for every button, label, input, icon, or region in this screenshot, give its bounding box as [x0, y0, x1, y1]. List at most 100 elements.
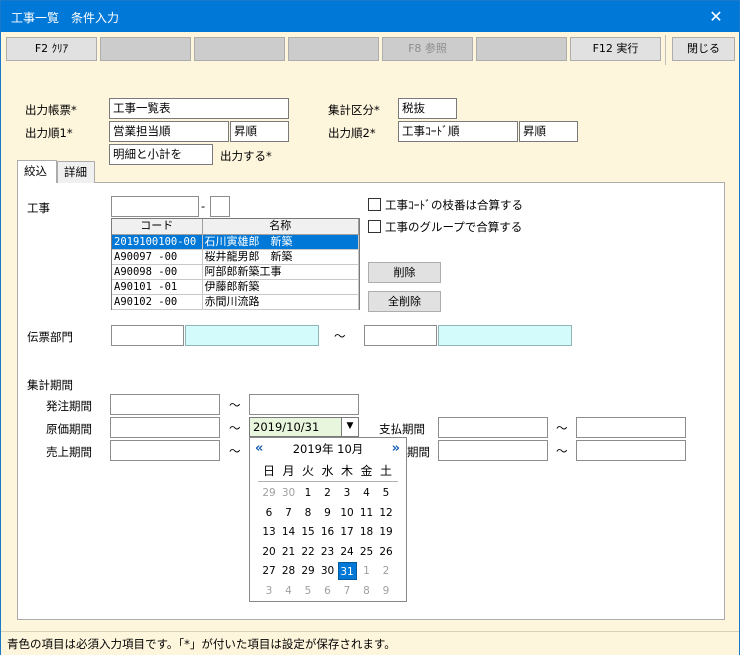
sales-period-from[interactable]	[110, 440, 220, 461]
calendar-day[interactable]: 29	[299, 562, 318, 580]
koji-grid[interactable]: コード 名称 2019100100-00 石川寅雄郎 新築 A90097 -00…	[111, 218, 360, 310]
order2-direction-field[interactable]: 昇順	[519, 121, 578, 142]
order2-field[interactable]: 工事ｺｰﾄﾞ順	[398, 121, 518, 142]
koji-label: 工事	[27, 201, 50, 215]
pay-period-to[interactable]	[576, 417, 686, 438]
calendar-day[interactable]: 24	[338, 543, 357, 561]
calendar-day[interactable]: 19	[377, 523, 396, 541]
calendar-day[interactable]: 9	[318, 504, 337, 522]
calendar-day[interactable]: 21	[279, 543, 298, 561]
f5-button[interactable]	[288, 37, 379, 61]
checkbox-icon[interactable]	[368, 220, 381, 233]
calendar-day[interactable]: 7	[279, 504, 298, 522]
calendar-day[interactable]: 4	[357, 484, 376, 502]
delete-all-button[interactable]: 全削除	[368, 291, 441, 312]
calendar-day[interactable]: 5	[377, 484, 396, 502]
calendar-day[interactable]: 6	[260, 504, 279, 522]
calendar-day[interactable]: 31	[337, 562, 357, 581]
delete-button[interactable]: 削除	[368, 262, 441, 283]
grid-header-name[interactable]: 名称	[202, 219, 359, 235]
f8-reference-button[interactable]: F8 参照	[382, 37, 473, 61]
calendar-day[interactable]: 25	[357, 543, 376, 561]
calendar-day[interactable]: 13	[260, 523, 279, 541]
tab-detail[interactable]: 詳細	[57, 161, 95, 183]
report-field[interactable]: 工事一覧表	[109, 98, 289, 119]
calendar-day[interactable]: 27	[260, 562, 279, 580]
pay-period-from[interactable]	[438, 417, 548, 438]
close-icon[interactable]: ✕	[693, 1, 739, 32]
dept-to-code[interactable]	[364, 325, 437, 346]
calendar-day[interactable]: 29	[260, 484, 279, 502]
next-month-icon[interactable]: »	[392, 440, 400, 458]
dept-from-code[interactable]	[111, 325, 184, 346]
order1-direction-field[interactable]: 昇順	[230, 121, 289, 142]
calendar-day[interactable]: 20	[260, 543, 279, 561]
calendar-day[interactable]: 9	[377, 582, 396, 600]
order-period-to[interactable]	[249, 394, 359, 415]
calendar-day[interactable]: 12	[377, 504, 396, 522]
calendar-day[interactable]: 18	[357, 523, 376, 541]
cost-period-from[interactable]	[110, 417, 220, 438]
table-row[interactable]: A90097 -00 桜井龍男郎 新築	[112, 249, 359, 265]
f12-execute-button[interactable]: F12 実行	[570, 37, 661, 61]
table-row[interactable]: A90102 -00 赤間川流路	[112, 294, 359, 310]
toolbar-divider	[665, 35, 666, 65]
chevron-down-icon[interactable]: ▼	[341, 418, 358, 436]
calendar-day[interactable]: 2	[318, 484, 337, 502]
calendar-day[interactable]: 28	[279, 562, 298, 580]
window: 工事一覧 条件入力 ✕ F2 ｸﾘｱ F8 参照 F12 実行 閉じる 出力帳票…	[0, 0, 740, 655]
f9-button[interactable]	[476, 37, 567, 61]
grid-cell-name: 桜井龍男郎 新築	[202, 249, 359, 265]
calendar-day[interactable]: 8	[357, 582, 376, 600]
f2-clear-button[interactable]: F2 ｸﾘｱ	[6, 37, 97, 61]
calendar-day[interactable]: 7	[338, 582, 357, 600]
table-row[interactable]: 2019100100-00 石川寅雄郎 新築	[112, 234, 359, 250]
dept-from-name[interactable]	[185, 325, 319, 346]
table-row[interactable]: A90101 -01 伊藤郎新築	[112, 279, 359, 295]
calendar-day[interactable]: 26	[377, 543, 396, 561]
order1-field[interactable]: 営業担当順	[109, 121, 229, 142]
calendar-day[interactable]: 11	[357, 504, 376, 522]
calendar-day[interactable]: 30	[279, 484, 298, 502]
calendar-day[interactable]: 8	[299, 504, 318, 522]
hidden-period-from[interactable]	[438, 440, 548, 461]
aggregation-field[interactable]: 税抜	[398, 98, 457, 119]
cost-period-to-value: 2019/10/31	[253, 420, 320, 434]
calendar-day[interactable]: 22	[299, 543, 318, 561]
calendar-day[interactable]: 17	[338, 523, 357, 541]
f3-button[interactable]	[100, 37, 191, 61]
calendar-day[interactable]: 30	[318, 562, 337, 580]
calendar-day[interactable]: 3	[260, 582, 279, 600]
hidden-period-to[interactable]	[576, 440, 686, 461]
calendar-day[interactable]: 1	[357, 562, 376, 580]
checkbox-icon[interactable]	[368, 198, 381, 211]
calendar-day[interactable]: 2	[377, 562, 396, 580]
calendar-day[interactable]: 14	[279, 523, 298, 541]
branch-sum-label: 工事ｺｰﾄﾞの枝番は合算する	[385, 198, 523, 212]
calendar-day[interactable]: 23	[318, 543, 337, 561]
calendar-weekday: 水	[321, 464, 334, 478]
calendar-day[interactable]: 6	[318, 582, 337, 600]
f4-button[interactable]	[194, 37, 285, 61]
calendar-day[interactable]: 4	[279, 582, 298, 600]
grid-cell-code: A90101 -01	[112, 279, 203, 295]
grid-cell-name: 阿部郎新築工事	[202, 264, 359, 280]
calendar-day[interactable]: 10	[338, 504, 357, 522]
pay-period-tilde: ～	[556, 421, 568, 435]
koji-branch-input[interactable]	[210, 196, 230, 217]
calendar-day[interactable]: 15	[299, 523, 318, 541]
calendar-day[interactable]: 1	[299, 484, 318, 502]
order-period-from[interactable]	[110, 394, 220, 415]
dept-to-name[interactable]	[438, 325, 572, 346]
cost-period-to[interactable]: 2019/10/31 ▼	[249, 417, 359, 437]
calendar-day[interactable]: 5	[299, 582, 318, 600]
table-row[interactable]: A90098 -00 阿部郎新築工事	[112, 264, 359, 280]
calendar-day[interactable]: 16	[318, 523, 337, 541]
close-button[interactable]: 閉じる	[672, 37, 735, 61]
calendar-day[interactable]: 3	[338, 484, 357, 502]
tab-filter[interactable]: 絞込	[17, 160, 57, 183]
grid-cell-code: A90097 -00	[112, 249, 203, 265]
grid-header-code[interactable]: コード	[112, 219, 203, 235]
koji-code-input[interactable]	[111, 196, 199, 217]
detail-field[interactable]: 明細と小計を	[109, 144, 213, 165]
